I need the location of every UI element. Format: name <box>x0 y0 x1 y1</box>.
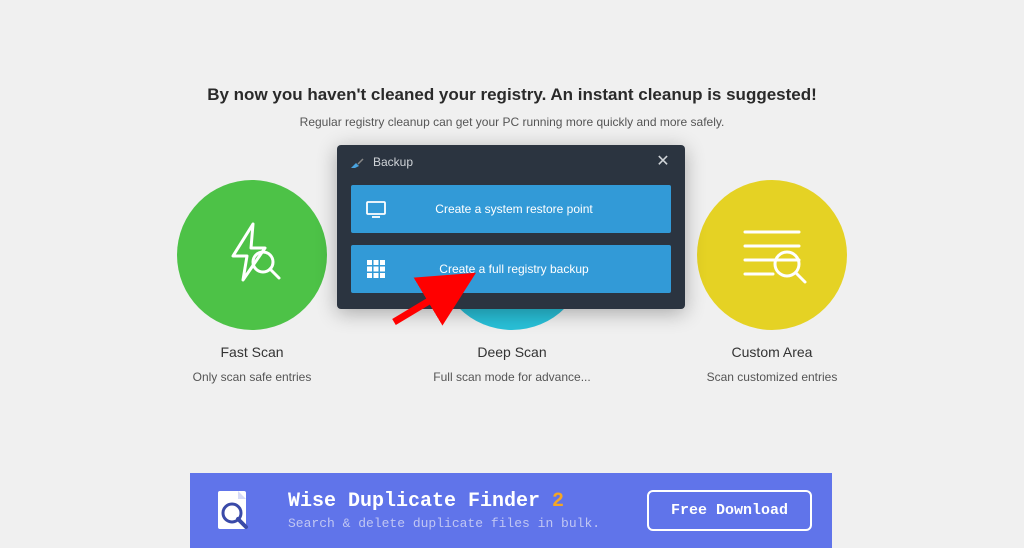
promo-banner: Wise Duplicate Finder 2 Search & delete … <box>190 473 832 548</box>
custom-area-circle <box>697 180 847 330</box>
create-restore-point-button[interactable]: Create a system restore point <box>351 185 671 233</box>
list-search-icon <box>733 214 811 297</box>
fast-scan-title: Fast Scan <box>220 344 283 360</box>
backup-dialog-header: Backup ✕ <box>337 145 685 179</box>
fast-scan-circle <box>177 180 327 330</box>
deep-scan-desc: Full scan mode for advance... <box>433 370 590 384</box>
backup-dialog-title: Backup <box>373 155 413 169</box>
deep-scan-title: Deep Scan <box>477 344 546 360</box>
full-backup-label: Create a full registry backup <box>397 262 657 276</box>
fast-scan-desc: Only scan safe entries <box>193 370 312 384</box>
document-search-icon <box>210 487 258 535</box>
promo-title: Wise Duplicate Finder 2 <box>288 490 647 514</box>
bolt-search-icon <box>217 218 287 293</box>
custom-area-title: Custom Area <box>732 344 813 360</box>
close-icon[interactable]: ✕ <box>653 154 673 170</box>
monitor-icon <box>365 198 387 220</box>
free-download-button[interactable]: Free Download <box>647 490 812 531</box>
promo-subtitle: Search & delete duplicate files in bulk. <box>288 516 647 531</box>
broom-icon <box>349 154 365 170</box>
restore-point-label: Create a system restore point <box>397 202 657 216</box>
custom-area-desc: Scan customized entries <box>707 370 838 384</box>
custom-area-option[interactable]: Custom Area Scan customized entries <box>672 180 872 384</box>
backup-dialog: Backup ✕ Create a system restore point C… <box>337 145 685 309</box>
fast-scan-option[interactable]: Fast Scan Only scan safe entries <box>152 180 352 384</box>
page-heading: By now you haven't cleaned your registry… <box>0 85 1024 105</box>
create-full-backup-button[interactable]: Create a full registry backup <box>351 245 671 293</box>
grid-icon <box>365 258 387 280</box>
page-subheading: Regular registry cleanup can get your PC… <box>0 115 1024 129</box>
